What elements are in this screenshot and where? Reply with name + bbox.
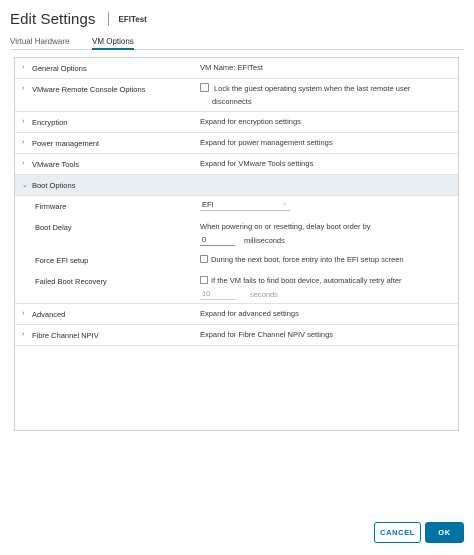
boot-delay-input[interactable]: 0: [200, 234, 235, 246]
row-firmware: Firmware EFI ⌄: [15, 196, 458, 217]
vm-options-panel: › General Options VM Name: EFITest › VMw…: [14, 57, 459, 431]
firmware-select[interactable]: EFI ⌄: [200, 199, 290, 211]
row-label: VMware Remote Console Options: [32, 85, 146, 94]
force-efi-label: Force EFI setup: [35, 256, 89, 265]
lock-guest-os-checkbox[interactable]: [200, 83, 209, 92]
row-value: Expand for encryption settings: [200, 117, 301, 126]
failed-boot-checkbox[interactable]: [200, 276, 208, 284]
row-vmware-tools[interactable]: › VMware Tools Expand for VMware Tools s…: [15, 154, 458, 175]
force-efi-text: During the next boot, force entry into t…: [211, 255, 404, 264]
vm-name: EFITest: [118, 14, 147, 24]
chevron-right-icon[interactable]: ›: [22, 331, 24, 338]
boot-delay-unit: milliseconds: [244, 236, 285, 245]
row-value: VM Name: EFITest: [200, 63, 263, 72]
row-failed-boot-recovery: Failed Boot Recovery If the VM fails to …: [15, 271, 458, 304]
row-fibre-channel-npiv[interactable]: › Fibre Channel NPIV Expand for Fibre Ch…: [15, 325, 458, 346]
row-encryption[interactable]: › Encryption Expand for encryption setti…: [15, 112, 458, 133]
chevron-right-icon[interactable]: ›: [22, 118, 24, 125]
tab-virtual-hardware[interactable]: Virtual Hardware: [10, 36, 69, 50]
failed-boot-text: If the VM fails to find boot device, aut…: [211, 276, 402, 285]
chevron-down-icon: ⌄: [281, 201, 287, 207]
row-value: Expand for advanced settings: [200, 309, 299, 318]
row-boot-delay: Boot Delay When powering on or resetting…: [15, 217, 458, 250]
cancel-button[interactable]: CANCEL: [374, 522, 421, 543]
row-label: Advanced: [32, 310, 66, 319]
row-label: Boot Options: [32, 181, 76, 190]
row-label: Encryption: [32, 118, 68, 127]
chevron-down-icon[interactable]: ⌄: [22, 181, 28, 189]
vmrc-lock-option: Lock the guest operating system when the…: [200, 82, 410, 108]
row-force-efi-setup: Force EFI setup During the next boot, fo…: [15, 250, 458, 271]
force-efi-option: During the next boot, force entry into t…: [200, 253, 404, 266]
retry-seconds-unit: seconds: [250, 290, 278, 299]
tab-bar: Virtual Hardware VM Options: [10, 36, 464, 50]
row-advanced[interactable]: › Advanced Expand for advanced settings: [15, 304, 458, 325]
chevron-right-icon[interactable]: ›: [22, 64, 24, 71]
row-label: VMware Tools: [32, 160, 79, 169]
row-power-management[interactable]: › Power management Expand for power mana…: [15, 133, 458, 154]
row-boot-options[interactable]: ⌄ Boot Options: [15, 175, 458, 196]
ok-button[interactable]: OK: [425, 522, 464, 543]
row-value: Expand for power management settings: [200, 138, 333, 147]
failed-boot-label: Failed Boot Recovery: [35, 277, 107, 286]
row-vmrc-options[interactable]: › VMware Remote Console Options Lock the…: [15, 79, 458, 112]
row-label: Power management: [32, 139, 100, 148]
firmware-label: Firmware: [35, 202, 67, 211]
tab-vm-options[interactable]: VM Options: [92, 36, 134, 50]
chevron-right-icon[interactable]: ›: [22, 160, 24, 167]
chevron-right-icon[interactable]: ›: [22, 310, 24, 317]
lock-option-text: Lock the guest operating system when the…: [214, 84, 411, 93]
boot-delay-label: Boot Delay: [35, 223, 72, 232]
row-general-options[interactable]: › General Options VM Name: EFITest: [15, 58, 458, 79]
lock-option-text-cont: disconnects: [212, 97, 252, 106]
dialog-header: Edit Settings EFITest: [10, 8, 147, 30]
force-efi-checkbox[interactable]: [200, 255, 208, 263]
row-value: Expand for VMware Tools settings: [200, 159, 314, 168]
row-value: Expand for Fibre Channel NPIV settings: [200, 330, 333, 339]
row-label: Fibre Channel NPIV: [32, 331, 99, 340]
chevron-right-icon[interactable]: ›: [22, 85, 24, 92]
retry-seconds-input[interactable]: 10: [200, 288, 235, 300]
title-separator: [107, 12, 109, 26]
row-label: General Options: [32, 64, 87, 73]
firmware-selected-value: EFI: [202, 200, 214, 209]
dialog-title: Edit Settings: [10, 10, 96, 28]
failed-boot-option: If the VM fails to find boot device, aut…: [200, 274, 402, 287]
boot-delay-text: When powering on or resetting, delay boo…: [200, 222, 371, 231]
chevron-right-icon[interactable]: ›: [22, 139, 24, 146]
